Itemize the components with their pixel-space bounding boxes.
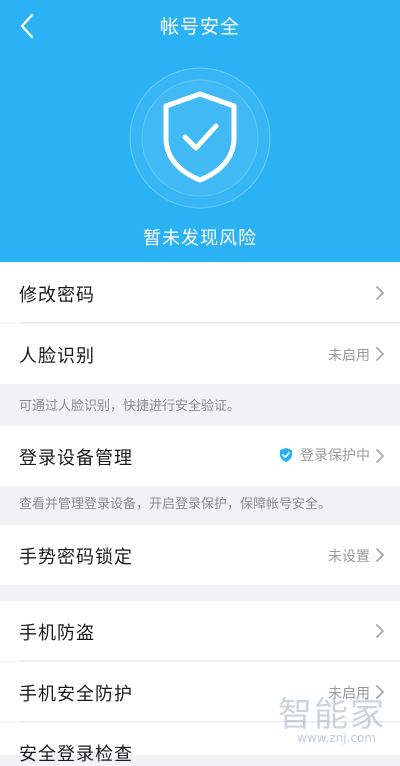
chevron-right-icon	[374, 545, 386, 565]
chevron-right-icon	[374, 682, 386, 702]
login-protection-text: 登录保护中	[300, 448, 370, 464]
device-management-row[interactable]: 登录设备管理 登录保护中	[0, 426, 400, 486]
security-check-row[interactable]: 安全登录检查	[0, 723, 400, 765]
phone-protection-row[interactable]: 手机安全防护 未启用	[0, 662, 400, 722]
page-title: 帐号安全	[159, 16, 240, 38]
face-recognition-hint: 可通过人脸识别，快捷进行安全验证。	[19, 399, 241, 414]
login-protection-status: 登录保护中	[278, 445, 370, 465]
change-password-row[interactable]: 修改密码	[0, 263, 400, 323]
row-divider	[19, 322, 400, 323]
change-password-label: 修改密码	[19, 285, 95, 306]
device-management-label: 登录设备管理	[19, 448, 133, 469]
phone-protection-status: 未启用	[328, 686, 370, 702]
chevron-right-icon	[374, 446, 386, 466]
anti-theft-label: 手机防盗	[19, 623, 95, 644]
security-header: 帐号安全 暂未发现风险	[0, 0, 400, 262]
anti-theft-row[interactable]: 手机防盗	[0, 601, 400, 661]
row-divider	[19, 660, 400, 661]
face-recognition-status: 未启用	[328, 348, 370, 364]
face-recognition-label: 人脸识别	[19, 346, 95, 367]
gesture-lock-row[interactable]: 手势密码锁定 未设置	[0, 525, 400, 585]
gesture-lock-status: 未设置	[328, 549, 370, 565]
row-divider	[19, 721, 400, 722]
risk-status-text: 暂未发现风险	[143, 228, 257, 249]
chevron-right-icon	[374, 283, 386, 303]
device-management-hint: 查看并管理登录设备，开启登录保护，保障帐号安全。	[19, 497, 332, 512]
chevron-right-icon	[374, 621, 386, 641]
security-check-label: 安全登录检查	[19, 744, 133, 765]
shield-badge-icon	[278, 447, 294, 463]
chevron-right-icon	[374, 344, 386, 364]
shield-check-icon	[128, 66, 272, 210]
face-recognition-row[interactable]: 人脸识别 未启用	[0, 324, 400, 384]
gesture-lock-label: 手势密码锁定	[19, 547, 133, 568]
phone-protection-label: 手机安全防护	[19, 684, 133, 705]
